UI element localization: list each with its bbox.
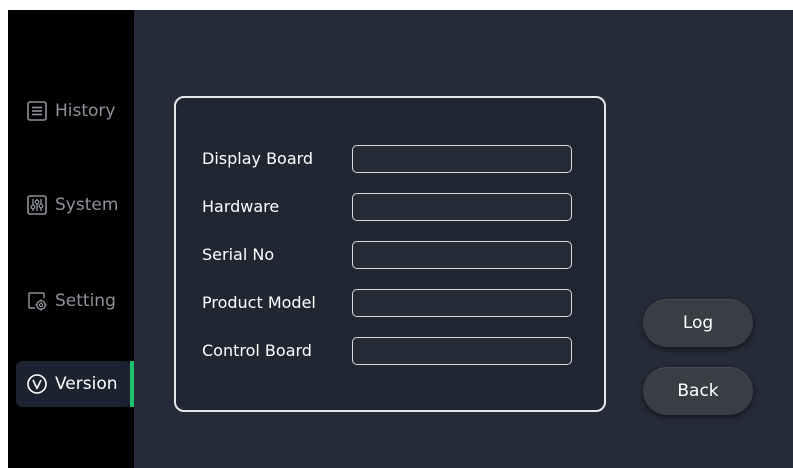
sidebar-item-history[interactable]: History — [16, 88, 132, 134]
sidebar-item-version[interactable]: Version — [16, 361, 132, 407]
field-label: Control Board — [202, 341, 312, 360]
serial-no-field[interactable] — [352, 241, 572, 269]
field-row-hardware: Hardware — [202, 193, 582, 221]
device-screen: History System Setting Version Display B… — [8, 10, 793, 468]
sidebar: History System Setting Version — [8, 10, 134, 468]
field-label: Serial No — [202, 245, 275, 264]
display-board-field[interactable] — [352, 145, 572, 173]
list-icon — [26, 100, 48, 122]
sidebar-item-label: Setting — [55, 291, 116, 311]
version-info-panel: Display Board Hardware Serial No Product… — [174, 96, 606, 412]
active-tab-indicator — [130, 361, 134, 407]
log-button[interactable]: Log — [643, 299, 753, 347]
sidebar-item-system[interactable]: System — [16, 182, 132, 228]
field-row-control-board: Control Board — [202, 337, 582, 365]
field-label: Product Model — [202, 293, 316, 312]
field-label: Hardware — [202, 197, 280, 216]
version-v-icon — [26, 373, 48, 395]
sidebar-item-label: Version — [55, 374, 118, 394]
gear-screen-icon — [26, 290, 48, 312]
field-row-product-model: Product Model — [202, 289, 582, 317]
sidebar-item-label: History — [55, 101, 116, 121]
field-row-serial-no: Serial No — [202, 241, 582, 269]
field-row-display-board: Display Board — [202, 145, 582, 173]
hardware-field[interactable] — [352, 193, 572, 221]
control-board-field[interactable] — [352, 337, 572, 365]
product-model-field[interactable] — [352, 289, 572, 317]
sliders-icon — [26, 194, 48, 216]
sidebar-item-label: System — [55, 195, 119, 215]
sidebar-item-setting[interactable]: Setting — [16, 278, 132, 324]
field-label: Display Board — [202, 149, 314, 168]
back-button[interactable]: Back — [643, 367, 753, 415]
